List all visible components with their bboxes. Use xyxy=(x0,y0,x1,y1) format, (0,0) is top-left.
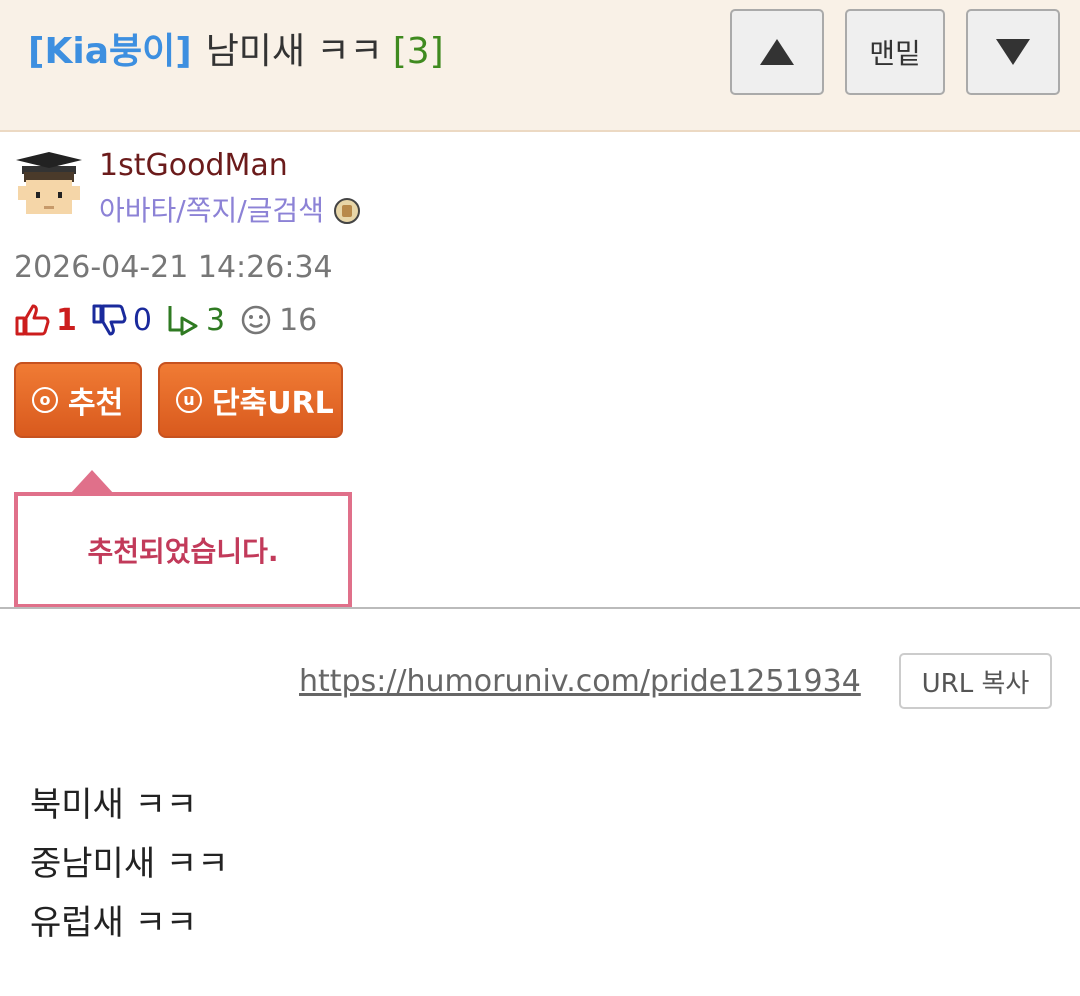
recommend-label: 추천 xyxy=(68,386,124,421)
short-url-shortcut-key: u xyxy=(176,387,202,413)
thumbs-up-icon xyxy=(15,304,50,336)
triangle-up-icon xyxy=(760,39,794,65)
post-body: 북미새 ㅋㅋ 중남미새 ㅋㅋ 유럽새 ㅋㅋ xyxy=(30,776,229,953)
tooltip-arrow xyxy=(70,470,114,494)
scroll-bottom-button[interactable]: 맨밑 xyxy=(845,9,945,95)
recommend-tooltip: 추천되었습니다. xyxy=(14,492,352,608)
triangle-down-icon xyxy=(996,39,1030,65)
reply-count: 3 xyxy=(205,302,226,338)
graduate-avatar-icon[interactable] xyxy=(14,152,84,222)
recommend-button[interactable]: o 추천 xyxy=(14,362,142,438)
view-count: 16 xyxy=(279,302,318,338)
comment-count[interactable]: [3] xyxy=(393,31,444,72)
next-post-button[interactable] xyxy=(966,9,1060,95)
thumbs-down-icon xyxy=(92,304,127,336)
recommend-shortcut-key: o xyxy=(32,387,58,413)
post-body-line: 중남미새 ㅋㅋ xyxy=(30,844,229,884)
post-category[interactable]: [Kia붕이] xyxy=(28,31,192,72)
level-badge-icon xyxy=(333,198,360,224)
author-links: 아바타/쪽지/글검색 xyxy=(99,192,360,230)
tooltip-message: 추천되었습니다. xyxy=(87,535,279,568)
author-name[interactable]: 1stGoodMan xyxy=(99,146,288,186)
scroll-top-button[interactable] xyxy=(730,9,824,95)
post-body-line: 유럽새 ㅋㅋ xyxy=(30,903,198,943)
reply-arrow-icon xyxy=(168,306,198,336)
copy-url-button[interactable]: URL 복사 xyxy=(899,653,1052,709)
post-date: 2026-04-21 14:26:34 xyxy=(14,250,333,285)
downvote-count: 0 xyxy=(132,302,152,338)
author-links-text[interactable]: 아바타/쪽지/글검색 xyxy=(99,194,324,227)
post-title: [Kia붕이] 남미새 ㅋㅋ [3] xyxy=(28,28,444,76)
post-title-text: 남미새 ㅋㅋ xyxy=(205,31,383,72)
post-url-link[interactable]: https://humoruniv.com/pride1251934 xyxy=(299,662,861,702)
upvote-count: 1 xyxy=(56,302,77,338)
short-url-label: 단축URL xyxy=(212,386,334,421)
post-body-line: 북미새 ㅋㅋ xyxy=(30,785,198,825)
view-smiley-icon xyxy=(241,305,271,335)
section-divider xyxy=(0,607,1080,609)
post-header: [Kia붕이] 남미새 ㅋㅋ [3] 맨밑 xyxy=(0,0,1080,132)
short-url-button[interactable]: u 단축URL xyxy=(158,362,343,438)
post-stats: 1 0 3 16 xyxy=(14,300,331,340)
